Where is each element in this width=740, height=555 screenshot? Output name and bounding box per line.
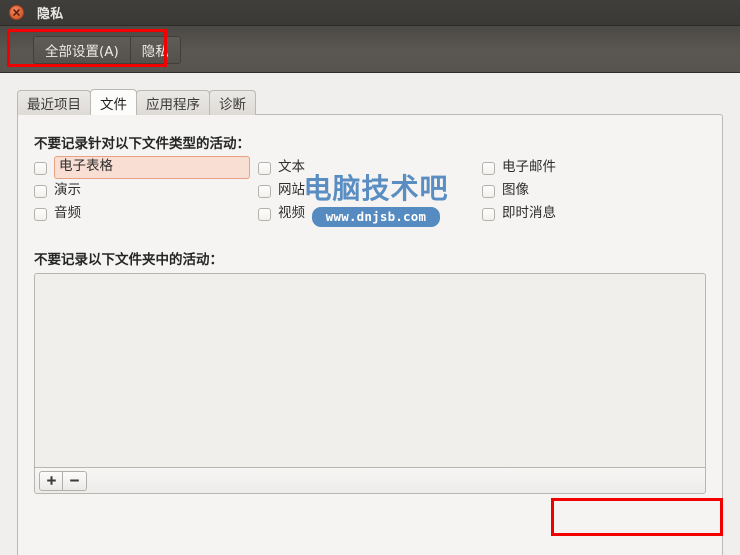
checkbox-images[interactable]: 图像 [482,180,706,202]
checkbox-label: 即时消息 [502,205,556,222]
checkbox-audio[interactable]: 音频 [34,203,258,225]
window-title: 隐私 [37,7,64,22]
checkbox-label: 图像 [502,182,529,199]
checkbox-box[interactable] [258,207,271,221]
window-titlebar: 隐私 [0,0,740,26]
window-toolbar: 全部设置(A) 隐私 [0,26,740,73]
close-icon[interactable] [9,5,24,20]
filetypes-section-label: 不要记录针对以下文件类型的活动： [34,136,250,152]
checkbox-label: 音频 [54,205,81,222]
checkbox-websites[interactable]: 网站 [258,180,482,202]
tab-diagnostics[interactable]: 诊断 [209,90,256,115]
checkbox-video[interactable]: 视频 [258,203,482,225]
remove-folder-button[interactable] [63,470,87,491]
add-folder-button[interactable] [39,470,63,491]
tab-bar: 最近项目 文件 应用程序 诊断 [17,89,256,115]
all-settings-button[interactable]: 全部设置(A) [33,36,130,64]
checkbox-label: 网站 [278,182,305,199]
checkbox-text[interactable]: 文本 [258,157,482,179]
checkbox-row: 电子表格 文本 电子邮件 [34,156,706,179]
checkbox-box[interactable] [482,161,495,175]
checkbox-presentations[interactable]: 演示 [34,180,258,202]
excluded-folders-list[interactable] [34,273,706,467]
files-tab-panel: 不要记录针对以下文件类型的活动： 电子表格 文本 电子邮件 演示 网站 图像 音… [17,114,723,555]
checkbox-box[interactable] [34,184,47,198]
checkbox-box[interactable] [482,207,495,221]
checkbox-box[interactable] [258,184,271,198]
checkbox-label: 演示 [54,182,81,199]
checkbox-email[interactable]: 电子邮件 [482,157,706,179]
checkbox-spreadsheets[interactable]: 电子表格 [34,156,258,179]
toolbar-button-group: 全部设置(A) 隐私 [33,36,181,64]
privacy-button[interactable]: 隐私 [129,36,181,64]
tab-files[interactable]: 文件 [90,89,137,115]
checkbox-row: 音频 视频 即时消息 [34,203,706,225]
checkbox-instant-messages[interactable]: 即时消息 [482,203,706,225]
privacy-settings-window: 隐私 全部设置(A) 隐私 最近项目 文件 应用程序 诊断 不要记录针对以下文件… [0,0,740,555]
folder-list-toolbar [34,467,706,494]
filetype-checkbox-grid: 电子表格 文本 电子邮件 演示 网站 图像 音频 视频 即时消息 [34,156,706,226]
checkbox-label: 电子表格 [54,156,250,179]
folders-section-label: 不要记录以下文件夹中的活动： [34,252,223,268]
checkbox-label: 视频 [278,205,305,222]
checkbox-box[interactable] [482,184,495,198]
checkbox-box[interactable] [258,161,271,175]
tab-applications[interactable]: 应用程序 [136,90,210,115]
checkbox-label: 文本 [278,159,305,176]
checkbox-label: 电子邮件 [502,159,556,176]
checkbox-box[interactable] [34,161,47,175]
checkbox-row: 演示 网站 图像 [34,180,706,202]
checkbox-box[interactable] [34,207,47,221]
content-area: 最近项目 文件 应用程序 诊断 不要记录针对以下文件类型的活动： 电子表格 文本 [0,73,740,555]
tab-recent-items[interactable]: 最近项目 [17,90,91,115]
